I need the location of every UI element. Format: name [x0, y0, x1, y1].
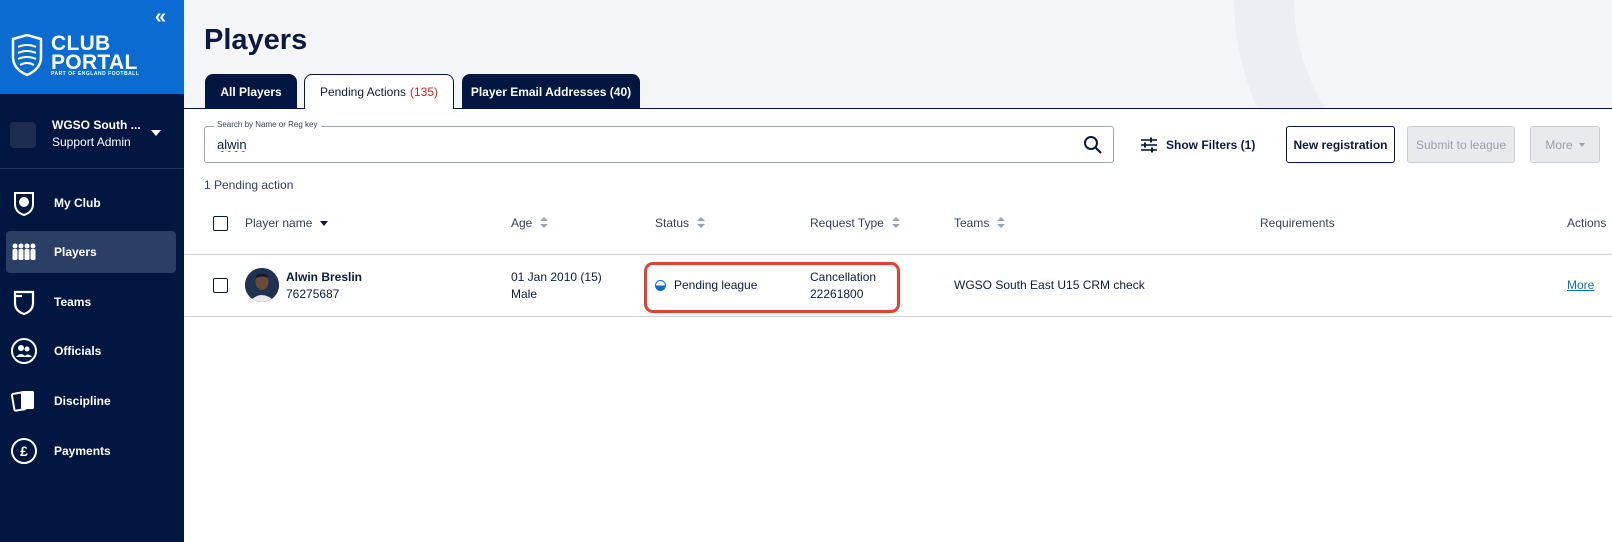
sidebar-item-label: Discipline [54, 394, 111, 408]
sidebar-item-officials[interactable]: Officials [6, 330, 176, 372]
column-header-actions: Actions [1567, 216, 1607, 230]
more-actions-button[interactable]: More [1530, 126, 1600, 163]
show-filters-button[interactable]: Show Filters (1) [1140, 134, 1255, 156]
club-badge [10, 122, 36, 148]
age-cell: 01 Jan 2010 (15) Male [511, 269, 602, 303]
row-more-link[interactable]: More [1567, 278, 1594, 292]
player-name[interactable]: Alwin Breslin [286, 270, 362, 284]
table-row-divider [184, 316, 1612, 317]
search-field[interactable]: Search by Name or Reg key [204, 120, 1114, 163]
sort-icon [997, 217, 1006, 229]
tab-pending-actions[interactable]: Pending Actions (135) [304, 74, 454, 109]
svg-text:£: £ [20, 443, 28, 459]
logo-subtitle: PART OF ENGLAND FOOTBALL [51, 71, 140, 77]
chevron-down-icon [151, 130, 161, 136]
club-switcher[interactable]: WGSO South ... Support Admin [0, 110, 184, 158]
search-input[interactable] [217, 137, 1057, 152]
cards-icon [10, 391, 34, 412]
sidebar-item-label: Teams [54, 295, 92, 309]
sort-descending-icon [320, 220, 329, 226]
sidebar-item-label: Payments [54, 444, 111, 458]
pound-icon: £ [11, 438, 37, 464]
column-header-status[interactable]: Status [655, 216, 706, 230]
officials-icon [11, 338, 37, 364]
new-registration-button[interactable]: New registration [1286, 126, 1395, 163]
sort-icon [540, 217, 549, 229]
sidebar-item-teams[interactable]: Teams [6, 281, 176, 323]
club-crest-icon [14, 192, 34, 217]
tab-player-email-addresses[interactable]: Player Email Addresses (40) [462, 74, 640, 109]
tab-all-players[interactable]: All Players [205, 74, 297, 109]
main-content: Players All Players Pending Actions (135… [184, 0, 1612, 542]
shield-icon [13, 290, 35, 316]
sort-icon [891, 217, 900, 229]
decorative-arc [1234, 0, 1612, 108]
select-all-checkbox[interactable] [213, 216, 228, 231]
club-name: WGSO South ... [52, 118, 141, 132]
column-header-requirements: Requirements [1260, 216, 1335, 230]
row-select-checkbox[interactable] [213, 278, 228, 293]
search-label: Search by Name or Reg key [214, 120, 321, 129]
table-header-divider [184, 254, 1612, 255]
sidebar-item-label: Players [54, 245, 97, 259]
logo-block: « CLUB PORTAL PART OF ENGLAND FOOTBALL [0, 0, 184, 94]
column-header-age[interactable]: Age [511, 216, 549, 230]
pending-count: (135) [410, 85, 439, 99]
results-count: 1 Pending action [204, 178, 294, 192]
column-header-player-name[interactable]: Player name [245, 216, 329, 230]
player-dob: 01 Jan 2010 (15) [511, 270, 602, 284]
highlight-annotation [644, 262, 900, 313]
filter-sliders-icon [1141, 137, 1157, 153]
sidebar-item-label: Officials [54, 344, 102, 358]
sidebar-item-my-club[interactable]: My Club [6, 182, 176, 224]
collapse-sidebar-icon[interactable]: « [155, 6, 166, 29]
players-icon [12, 243, 36, 260]
sidebar: « CLUB PORTAL PART OF ENGLAND FOOTBALL W… [0, 0, 184, 542]
column-header-teams[interactable]: Teams [954, 216, 1006, 230]
active-tab-gap [305, 107, 453, 110]
submit-to-league-button[interactable]: Submit to league [1407, 126, 1515, 163]
sort-icon [697, 217, 706, 229]
player-name-cell: Alwin Breslin 76275687 [286, 269, 362, 303]
club-portal-crest-icon [11, 33, 43, 77]
sidebar-divider [0, 168, 184, 169]
player-reg-id: 76275687 [286, 287, 340, 301]
sidebar-item-payments[interactable]: £ Payments [6, 430, 176, 472]
club-role: Support Admin [52, 135, 131, 149]
team-cell: WGSO South East U15 CRM check [954, 278, 1145, 292]
chevron-down-icon [1578, 142, 1585, 147]
page-title: Players [204, 24, 308, 56]
column-header-request-type[interactable]: Request Type [810, 216, 900, 230]
search-icon[interactable] [1083, 135, 1103, 155]
sidebar-item-discipline[interactable]: Discipline [6, 380, 176, 422]
avatar [245, 268, 279, 302]
player-photo [245, 268, 279, 302]
logo-wordmark: CLUB PORTAL [51, 32, 138, 74]
sidebar-item-players[interactable]: Players [6, 231, 176, 273]
player-gender: Male [511, 287, 538, 301]
sidebar-item-label: My Club [54, 196, 101, 210]
